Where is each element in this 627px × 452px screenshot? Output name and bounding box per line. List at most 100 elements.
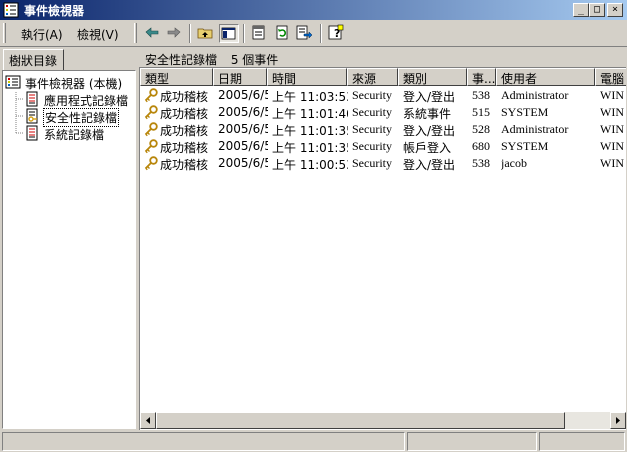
properties-icon [252,25,265,40]
close-icon: × [611,4,619,15]
arrow-right-icon [616,417,620,424]
properties-button[interactable] [250,24,270,43]
tree-node-event-viewer[interactable]: 事件檢視器 (本機) [5,74,133,91]
export-list-icon [296,25,313,40]
export-list-button[interactable] [295,24,315,43]
results-pane-header: 安全性記錄檔 5 個事件 [139,48,627,68]
refresh-button[interactable] [273,24,293,43]
table-row[interactable]: 成功稽核 2005/6/5 上午 11:01:35 Security 登入/登出 528 A… [140,121,626,138]
cell-user: jacob [501,156,527,170]
window-title: 事件檢視器 [24,4,85,18]
log-title: 安全性記錄檔 [145,53,218,67]
key-icon [144,88,158,103]
cell-date: 2005/6/5 [218,105,268,119]
event-viewer-icon [5,75,21,89]
toolbar-separator [243,24,245,43]
column-header-source[interactable]: 來源 [347,68,398,86]
cell-source: Security [352,88,392,102]
cell-category: 登入/登出 [403,158,456,172]
back-button[interactable] [143,24,163,43]
cell-user: SYSTEM [501,105,549,119]
cell-date: 2005/6/5 [218,122,268,136]
toolbar-separator [189,24,191,43]
cell-computer: WIN [600,105,624,119]
log-file-icon [26,125,38,141]
column-header-date[interactable]: 日期 [213,68,267,86]
key-icon [144,139,158,154]
log-file-icon [26,91,38,107]
cell-date: 2005/6/5 [218,139,268,153]
toolbar-grip[interactable] [134,23,137,43]
cell-computer: WIN [600,156,624,170]
help-button[interactable]: ? [327,24,347,43]
cell-type: 成功稽核 [160,124,209,138]
tab-tree[interactable]: 樹狀目錄 [3,49,64,70]
key-icon [144,122,158,137]
tree-node-system-log[interactable]: 系統記錄檔 [24,125,134,142]
scroll-thumb[interactable] [156,412,565,429]
scroll-left-button[interactable] [140,412,156,429]
minimize-button[interactable]: _ [573,3,589,17]
cell-event-id: 680 [472,139,490,153]
column-header-category[interactable]: 類別 [398,68,467,86]
cell-time: 上午 11:03:53 [272,90,348,104]
show-hide-tree-icon [221,27,236,40]
key-icon [144,156,158,171]
table-row[interactable]: 成功稽核 2005/6/5 上午 11:03:53 Security 登入/登出 538 A… [140,87,626,104]
cell-computer: WIN [600,88,624,102]
cell-category: 系統事件 [403,107,452,121]
key-icon [144,105,158,120]
cell-source: Security [352,139,392,153]
menu-grip[interactable] [3,23,6,43]
horizontal-scrollbar[interactable] [140,412,626,429]
column-header-computer[interactable]: 電腦 [595,68,626,86]
scroll-right-button[interactable] [610,412,626,429]
column-header-time[interactable]: 時間 [267,68,347,86]
table-row[interactable]: 成功稽核 2005/6/5 上午 11:01:40 Security 系統事件 515 SY… [140,104,626,121]
table-row[interactable]: 成功稽核 2005/6/5 上午 11:00:53 Security 登入/登出 538 j… [140,155,626,172]
menu-action[interactable]: 執行(A) [21,26,63,43]
maximize-button[interactable]: □ [589,3,605,17]
back-icon [145,27,159,38]
table-row[interactable]: 成功稽核 2005/6/5 上午 11:01:35 Security 帳戶登入 680 SY… [140,138,626,155]
forward-icon [167,27,181,38]
cell-source: Security [352,156,392,170]
cell-type: 成功稽核 [160,158,209,172]
arrow-left-icon [146,417,150,424]
maximize-icon: □ [593,4,601,15]
tree-node-label: 事件檢視器 (本機) [25,77,123,91]
menu-view[interactable]: 檢視(V) [77,26,119,43]
close-button[interactable]: × [607,3,623,17]
cell-category: 帳戶登入 [403,141,452,155]
cell-time: 上午 11:01:35 [272,124,348,138]
cell-time: 上午 11:01:35 [272,141,348,155]
tree-node-application-log[interactable]: 應用程式記錄檔 [24,91,134,108]
cell-event-id: 538 [472,156,490,170]
event-count: 5 個事件 [230,53,279,67]
show-hide-tree-button[interactable] [219,24,239,43]
toolbar-separator [320,24,322,43]
title-bar: 事件檢視器 _ □ × [0,0,627,20]
console-tree[interactable]: 事件檢視器 (本機) 應用程式記錄檔 安全性記錄檔 系統記錄檔 [2,70,136,429]
event-list[interactable]: 類型 日期 時間 來源 類別 事... 使用者 電腦 成功稽核 2005/6/5 上… [139,67,626,430]
cell-event-id: 515 [472,105,490,119]
up-one-level-button[interactable] [196,24,216,43]
tree-node-label: 應用程式記錄檔 [44,94,129,108]
up-folder-icon [197,28,213,39]
cell-computer: WIN [600,122,624,136]
refresh-icon [276,25,288,40]
cell-event-id: 538 [472,88,490,102]
security-log-icon [26,108,38,124]
column-header-user[interactable]: 使用者 [496,68,595,86]
column-header-type[interactable]: 類型 [140,68,213,86]
cell-event-id: 528 [472,122,490,136]
forward-button[interactable] [165,24,185,43]
cell-date: 2005/6/5 [218,156,268,170]
status-panel-3 [539,432,625,451]
help-icon: ? [328,24,344,40]
event-viewer-icon [3,2,19,18]
tree-node-security-log[interactable]: 安全性記錄檔 [24,108,134,127]
status-panel-2 [407,432,537,451]
column-header-event[interactable]: 事... [467,68,496,86]
cell-computer: WIN [600,139,624,153]
